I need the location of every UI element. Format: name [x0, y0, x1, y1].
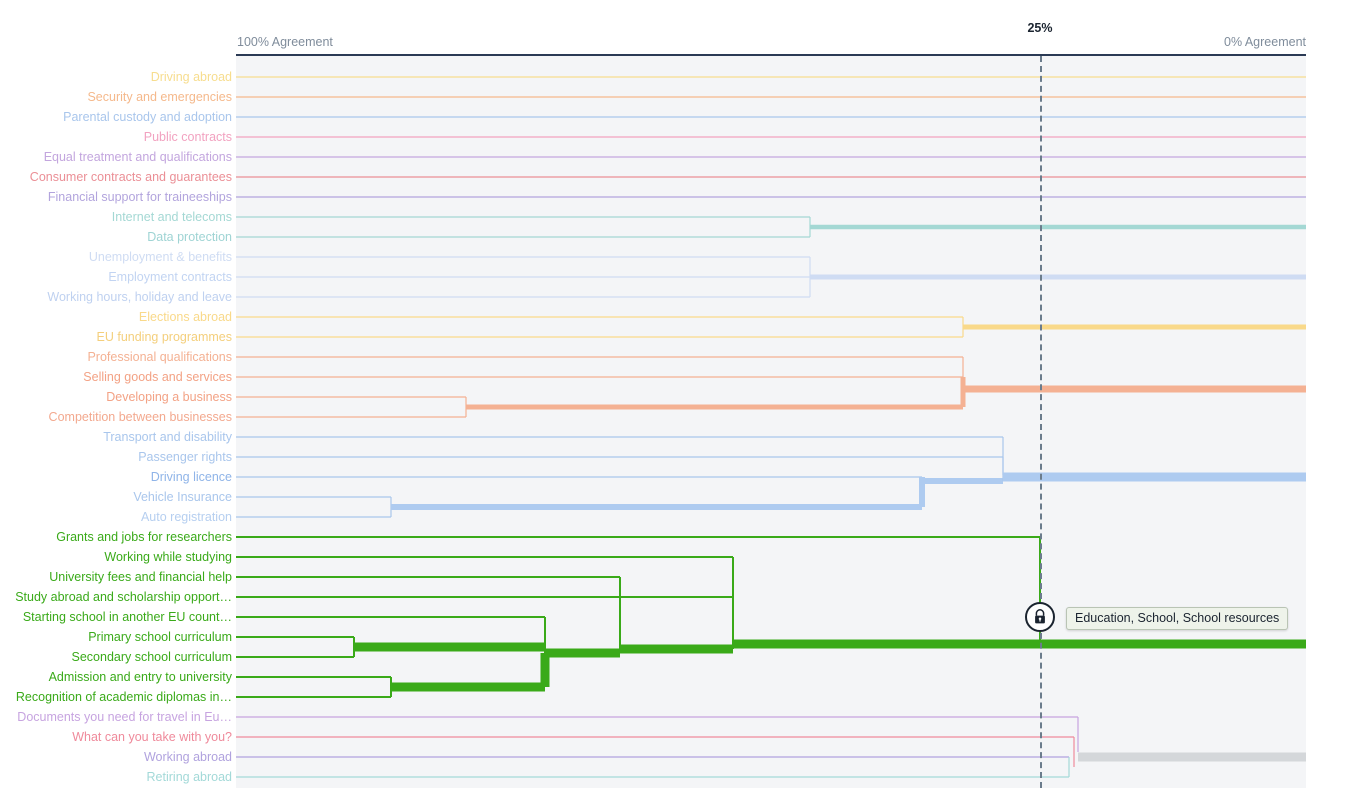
leaf-label[interactable]: Competition between businesses: [0, 410, 232, 424]
leaf-label[interactable]: Admission and entry to university: [0, 670, 232, 684]
leaf-label[interactable]: Public contracts: [0, 130, 232, 144]
dendrogram-tree: [236, 76, 1306, 778]
leaf-label[interactable]: Grants and jobs for researchers: [0, 530, 232, 544]
leaf-label[interactable]: EU funding programmes: [0, 330, 232, 344]
leaf-label[interactable]: Driving licence: [0, 470, 232, 484]
dendrogram-page: 25% 100% Agreement 0% Agreement Driving …: [0, 0, 1348, 788]
leaf-label[interactable]: Starting school in another EU count…: [0, 610, 232, 624]
leaf-label[interactable]: University fees and financial help: [0, 570, 232, 584]
leaf-label[interactable]: Transport and disability: [0, 430, 232, 444]
leaf-label[interactable]: What can you take with you?: [0, 730, 232, 744]
leaf-label[interactable]: Internet and telecoms: [0, 210, 232, 224]
leaf-label[interactable]: Parental custody and adoption: [0, 110, 232, 124]
leaf-label[interactable]: Employment contracts: [0, 270, 232, 284]
leaf-label[interactable]: Documents you need for travel in Eu…: [0, 710, 232, 724]
leaf-label[interactable]: Auto registration: [0, 510, 232, 524]
leaf-label[interactable]: Retiring abroad: [0, 770, 232, 784]
leaf-label[interactable]: Data protection: [0, 230, 232, 244]
cluster-tooltip: Education, School, School resources: [1066, 607, 1289, 630]
leaf-label[interactable]: Professional qualifications: [0, 350, 232, 364]
leaf-label[interactable]: Selling goods and services: [0, 370, 232, 384]
leaf-label[interactable]: Passenger rights: [0, 450, 232, 464]
leaf-label[interactable]: Consumer contracts and guarantees: [0, 170, 232, 184]
leaf-label[interactable]: Working hours, holiday and leave: [0, 290, 232, 304]
leaf-label[interactable]: Vehicle Insurance: [0, 490, 232, 504]
dendrogram-plot[interactable]: [236, 56, 1306, 788]
leaf-label[interactable]: Elections abroad: [0, 310, 232, 324]
cluster-tooltip-text: Education, School, School resources: [1075, 611, 1280, 625]
leaf-label[interactable]: Primary school curriculum: [0, 630, 232, 644]
axis-cut-percent-label: 25%: [1027, 21, 1053, 35]
leaf-label[interactable]: Financial support for traineeships: [0, 190, 232, 204]
leaf-label[interactable]: Unemployment & benefits: [0, 250, 232, 264]
lock-icon[interactable]: [1025, 602, 1055, 632]
leaf-label[interactable]: Working abroad: [0, 750, 232, 764]
leaf-label[interactable]: Secondary school curriculum: [0, 650, 233, 664]
cut-threshold-line[interactable]: [1040, 56, 1042, 788]
leaf-label[interactable]: Working while studying: [0, 550, 232, 564]
leaf-label[interactable]: Equal treatment and qualifications: [0, 150, 232, 164]
leaf-label[interactable]: Study abroad and scholarship opport…: [0, 590, 232, 604]
axis-right-label: 0% Agreement: [1224, 35, 1306, 49]
leaf-label[interactable]: Security and emergencies: [0, 90, 232, 104]
leaf-label[interactable]: Driving abroad: [0, 70, 232, 84]
leaf-label-column: Driving abroad Security and emergencies Pa…: [0, 56, 232, 788]
axis-left-label: 100% Agreement: [237, 35, 333, 49]
leaf-label[interactable]: Developing a business: [0, 390, 232, 404]
leaf-label[interactable]: Recognition of academic diplomas in…: [0, 690, 232, 704]
